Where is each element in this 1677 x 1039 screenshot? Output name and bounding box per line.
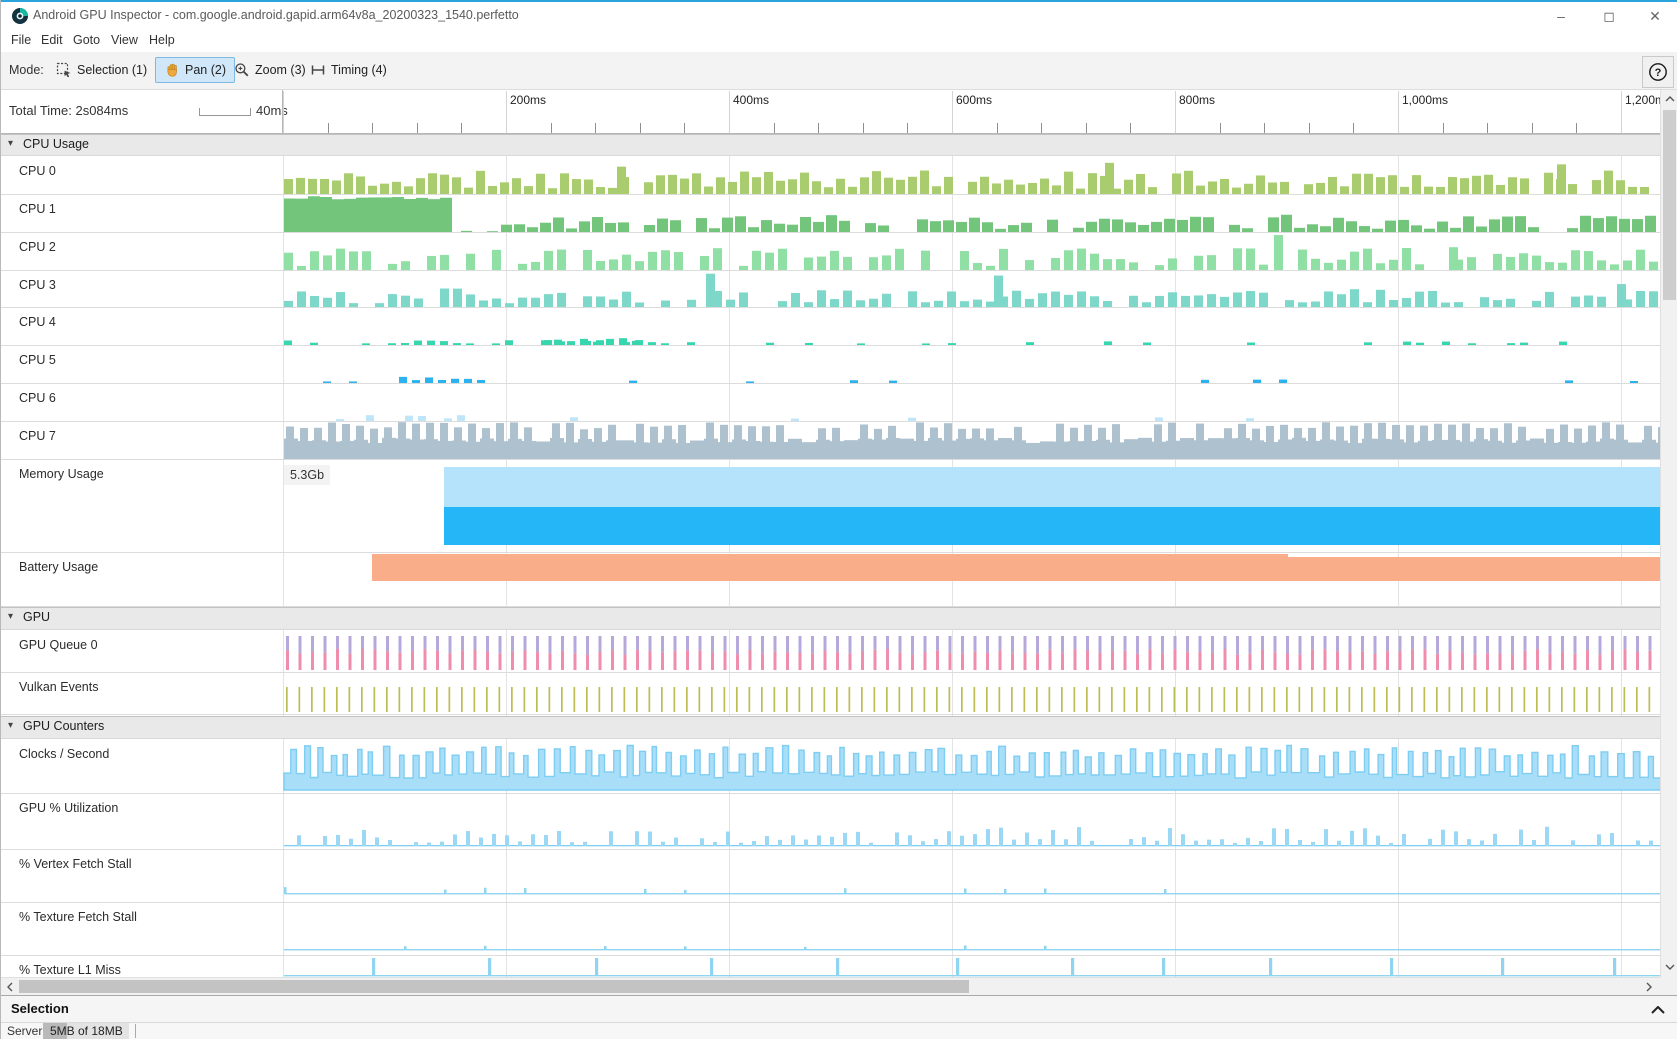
collapse-arrow-icon[interactable]: ▾ bbox=[8, 138, 13, 149]
server-memory-gauge: 5MB of 18MB bbox=[43, 1023, 129, 1039]
collapse-arrow-icon[interactable]: ▾ bbox=[8, 611, 13, 622]
server-memory-text: 5MB of 18MB bbox=[50, 1024, 123, 1038]
row-divider bbox=[1, 714, 1660, 715]
vertical-scrollbar[interactable] bbox=[1660, 90, 1677, 977]
row-divider bbox=[1, 955, 1660, 956]
scroll-right-icon[interactable] bbox=[1642, 980, 1656, 994]
group-header-label: CPU Usage bbox=[23, 137, 89, 151]
track-label: CPU 4 bbox=[19, 315, 56, 329]
status-bar: Server: 5MB of 18MB bbox=[1, 1022, 1677, 1039]
collapse-arrow-icon[interactable]: ▾ bbox=[8, 720, 13, 731]
row-divider bbox=[1, 421, 1660, 422]
track-label: CPU 2 bbox=[19, 240, 56, 254]
vertical-scrollbar-thumb[interactable] bbox=[1663, 110, 1676, 300]
track-label: Vulkan Events bbox=[19, 680, 98, 694]
row-divider bbox=[1, 672, 1660, 673]
row-divider bbox=[1, 307, 1660, 308]
row-divider bbox=[1, 345, 1660, 346]
row-divider bbox=[1, 552, 1660, 553]
scroll-left-icon[interactable] bbox=[3, 980, 17, 994]
track-label: CPU 0 bbox=[19, 164, 56, 178]
track-label: Memory Usage bbox=[19, 467, 104, 481]
scroll-up-icon[interactable] bbox=[1663, 92, 1677, 106]
track-label: GPU % Utilization bbox=[19, 801, 118, 815]
group-header-gpu[interactable]: ▾ GPU bbox=[1, 607, 1660, 630]
group-header-cpu-usage[interactable]: ▾ CPU Usage bbox=[1, 134, 1660, 156]
selection-panel-bar: Selection bbox=[1, 995, 1677, 1022]
group-header-label: GPU Counters bbox=[23, 719, 104, 733]
track-label: % Texture L1 Miss bbox=[19, 963, 121, 977]
row-divider bbox=[1, 232, 1660, 233]
track-label: Clocks / Second bbox=[19, 747, 109, 761]
row-divider bbox=[1, 902, 1660, 903]
track-label: CPU 5 bbox=[19, 353, 56, 367]
row-divider bbox=[1, 459, 1660, 460]
track-label: % Texture Fetch Stall bbox=[19, 910, 137, 924]
track-label: GPU Queue 0 bbox=[19, 638, 98, 652]
row-divider bbox=[1, 270, 1660, 271]
track-label: CPU 1 bbox=[19, 202, 56, 216]
group-header-gpu-counters[interactable]: ▾ GPU Counters bbox=[1, 716, 1660, 739]
track-label: CPU 6 bbox=[19, 391, 56, 405]
track-label: % Vertex Fetch Stall bbox=[19, 857, 132, 871]
scroll-down-icon[interactable] bbox=[1663, 960, 1677, 974]
track-label: CPU 7 bbox=[19, 429, 56, 443]
row-divider bbox=[1, 194, 1660, 195]
selection-panel-title: Selection bbox=[11, 1001, 69, 1016]
selection-collapse-button[interactable] bbox=[1647, 1002, 1669, 1018]
row-divider bbox=[1, 383, 1660, 384]
horizontal-scrollbar[interactable] bbox=[1, 977, 1660, 995]
server-label: Server: bbox=[7, 1024, 46, 1038]
horizontal-scrollbar-thumb[interactable] bbox=[19, 980, 969, 993]
status-separator bbox=[135, 1024, 136, 1038]
row-divider bbox=[1, 849, 1660, 850]
chevron-up-icon bbox=[1651, 1006, 1665, 1014]
timeline-tracks: ▾ CPU Usage CPU 0 CPU 1 CPU 2 CPU 3 CPU 4 CPU 5… bbox=[1, 0, 1677, 977]
row-divider bbox=[1, 793, 1660, 794]
track-label: Battery Usage bbox=[19, 560, 98, 574]
memory-value-label: 5.3Gb bbox=[284, 465, 330, 485]
scrollbar-corner bbox=[1660, 977, 1677, 995]
group-header-label: GPU bbox=[23, 610, 50, 624]
track-label: CPU 3 bbox=[19, 278, 56, 292]
